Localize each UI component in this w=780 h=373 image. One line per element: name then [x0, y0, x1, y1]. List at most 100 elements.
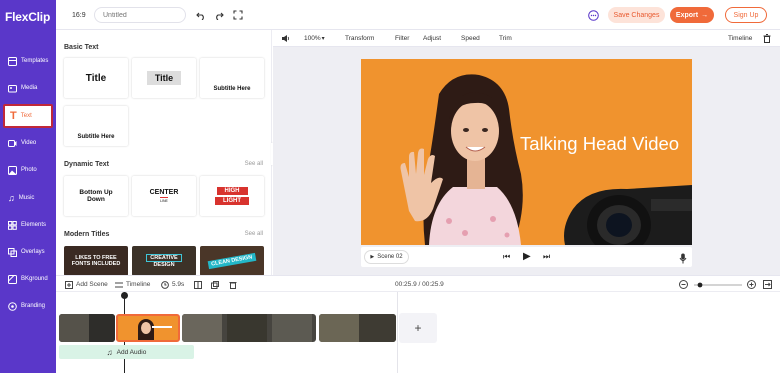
text-panel: Basic Text Title Title Subtitle Here Sub… — [56, 30, 272, 275]
modern-title-card[interactable]: LIKES TO FREE FONTS INCLUDED — [64, 246, 128, 275]
skip-back-icon[interactable]: ⏮ — [503, 252, 510, 262]
sidebar-item-templates[interactable]: Templates — [3, 49, 53, 73]
timeline-toggle[interactable]: Timeline — [728, 30, 752, 47]
duplicate-icon[interactable] — [211, 276, 219, 293]
volume-icon[interactable] — [281, 30, 290, 47]
flexclip-logo[interactable]: FlexClip — [5, 10, 50, 24]
sidebar-item-elements[interactable]: Elements — [3, 213, 53, 237]
play-icon[interactable]: ▶ — [523, 251, 531, 262]
sidebar-item-music[interactable]: ♫ Music — [3, 186, 53, 210]
text-preset-card[interactable]: Title — [64, 58, 128, 98]
scene-clip[interactable] — [319, 314, 396, 342]
trash-icon[interactable] — [763, 30, 771, 47]
zoom-slider[interactable] — [692, 276, 744, 293]
clock-icon — [161, 280, 169, 289]
split-icon[interactable] — [194, 276, 202, 293]
video-icon — [8, 139, 17, 147]
text-preset-card[interactable]: CENTER LINE — [132, 176, 196, 216]
sidebar-item-label: Media — [21, 85, 38, 91]
save-changes-button[interactable]: Save Changes — [608, 7, 665, 23]
see-all-link[interactable]: See all — [245, 231, 263, 237]
sidebar-item-label: BKground — [21, 276, 48, 282]
text-preset-card[interactable]: HIGH LIGHT — [200, 176, 264, 216]
preset-label: Subtitle Here — [77, 134, 115, 140]
trim-button[interactable]: Trim — [499, 30, 512, 47]
scene-selector[interactable]: ▶ Scene 02 — [364, 250, 409, 264]
fit-timeline-icon[interactable] — [763, 276, 772, 293]
sidebar-item-label: Music — [18, 195, 35, 201]
zoom-in-icon[interactable] — [747, 276, 756, 293]
microphone-icon[interactable] — [679, 251, 687, 269]
text-preset-card[interactable]: Bottom Up Down — [64, 176, 128, 216]
sidebar-item-label: Templates — [21, 58, 49, 64]
text-preset-card[interactable]: Title — [132, 58, 196, 98]
export-label: Export — [675, 11, 699, 19]
play-small-icon: ▶ — [370, 254, 375, 260]
media-icon — [8, 84, 17, 92]
filter-button[interactable]: Filter — [395, 30, 409, 47]
sidebar-item-background[interactable]: BKground — [3, 267, 53, 291]
modern-title-card[interactable]: CLEAN DESIGN — [200, 246, 264, 275]
sidebar-item-label: Overlays — [21, 249, 45, 255]
sidebar-item-video[interactable]: Video — [3, 131, 53, 155]
undo-icon[interactable] — [196, 0, 206, 30]
delete-icon[interactable] — [229, 276, 237, 293]
preset-label: CLEAN DESIGN — [207, 252, 257, 270]
text-preset-card[interactable]: Subtitle Here — [200, 58, 264, 98]
scene-clip[interactable] — [59, 314, 115, 342]
skip-forward-icon[interactable]: ⏭ — [543, 252, 550, 262]
timeline-label: Timeline — [126, 281, 151, 288]
aspect-ratio-button[interactable]: 16:9 — [72, 0, 86, 30]
sidebar-item-label: Elements — [21, 222, 47, 228]
scene-clip-selected[interactable] — [116, 314, 180, 342]
sidebar-item-photo[interactable]: Photo — [3, 158, 53, 182]
text-icon: T — [10, 109, 17, 122]
chat-icon[interactable] — [588, 0, 599, 30]
text-preset-card[interactable]: Subtitle Here — [64, 106, 128, 146]
speed-button[interactable]: Speed — [461, 30, 480, 47]
timeline-track: + ♫ Add Audio — [56, 292, 780, 373]
zoom-select[interactable]: 100% ▾ — [304, 30, 325, 47]
sidebar-item-media[interactable]: Media — [3, 76, 53, 100]
overlays-icon — [8, 247, 17, 257]
modern-title-card[interactable]: CREATIVE DESIGN — [132, 246, 196, 275]
zoom-out-icon[interactable] — [679, 276, 688, 293]
redo-icon[interactable] — [214, 0, 224, 30]
add-scene-button[interactable]: Add Scene — [65, 276, 108, 293]
adjust-button[interactable]: Adjust — [423, 30, 441, 47]
branding-icon — [8, 301, 17, 311]
preset-label: LIGHT — [215, 197, 249, 205]
photo-icon — [8, 165, 17, 175]
sign-up-button[interactable]: Sign Up — [725, 7, 767, 23]
preview-playbar: ▶ Scene 02 ⏮ ▶ ⏭ — [361, 247, 692, 267]
sidebar-item-text[interactable]: T Text — [3, 104, 53, 128]
export-button[interactable]: Export → — [670, 7, 714, 23]
preset-label: Title — [146, 71, 182, 85]
elements-icon — [8, 220, 17, 230]
preset-label: Title — [85, 72, 107, 84]
preset-label: Subtitle Here — [213, 86, 251, 92]
duration-button[interactable]: 5.9s — [161, 276, 184, 293]
project-title-input[interactable] — [94, 7, 186, 23]
video-preview[interactable]: Talking Head Video — [361, 59, 692, 245]
section-heading: Modern Titles — [64, 231, 110, 238]
preset-label: CREATIVE — [146, 254, 182, 262]
sidebar-item-label: Photo — [21, 167, 37, 173]
transform-button[interactable]: Transform — [345, 30, 374, 47]
sidebar-item-branding[interactable]: Branding — [3, 294, 53, 318]
sidebar-item-overlays[interactable]: Overlays — [3, 240, 53, 264]
fullscreen-icon[interactable] — [233, 0, 243, 30]
preset-label: LINE — [160, 197, 168, 203]
templates-icon — [8, 56, 17, 66]
see-all-link[interactable]: See all — [245, 161, 263, 167]
timeline-icon — [115, 282, 123, 287]
add-audio-button[interactable]: ♫ Add Audio — [59, 345, 194, 359]
scene-clip[interactable] — [182, 314, 316, 342]
arrow-right-icon: → — [701, 11, 709, 19]
video-overlay-text[interactable]: Talking Head Video — [520, 133, 679, 155]
sidebar-item-label: Video — [21, 140, 37, 146]
playhead-handle[interactable] — [121, 292, 128, 299]
add-scene-icon — [65, 280, 73, 289]
timeline-button[interactable]: Timeline — [115, 276, 150, 293]
add-clip-button[interactable]: + — [399, 313, 437, 343]
